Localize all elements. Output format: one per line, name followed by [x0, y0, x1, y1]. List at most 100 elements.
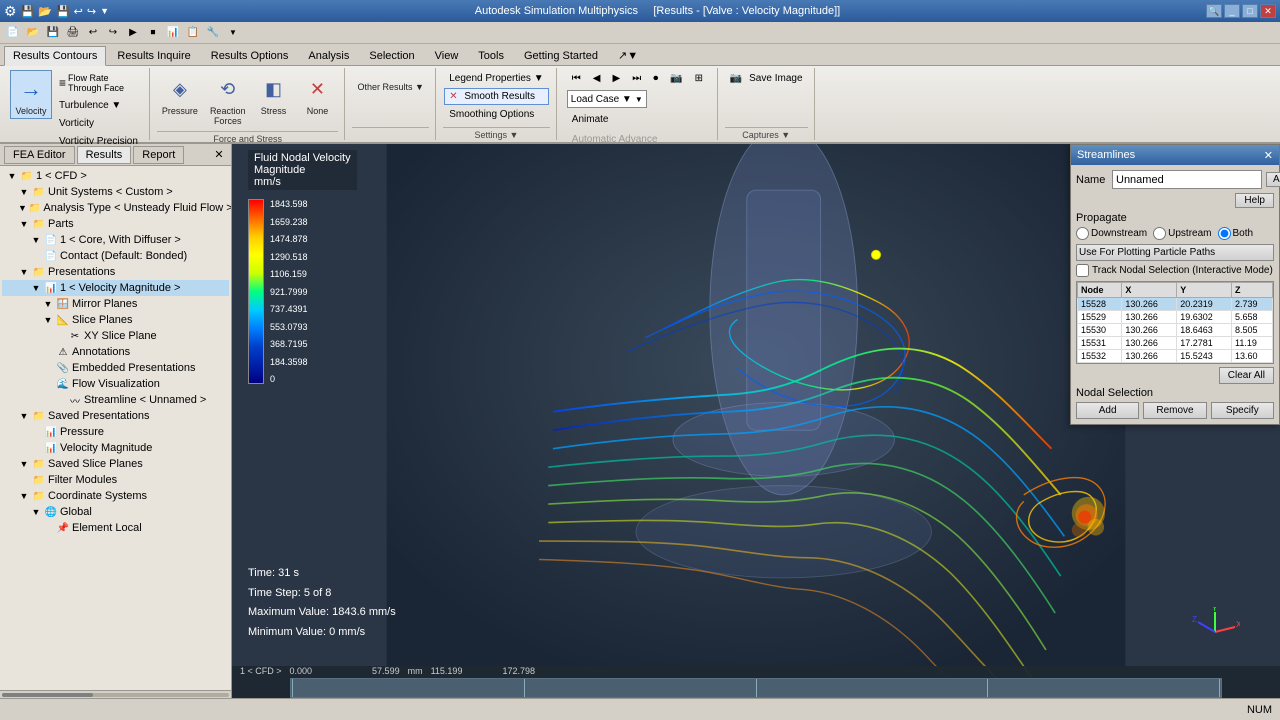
tree-element-local[interactable]: 📌 Element Local	[2, 520, 229, 536]
flow-rate-btn[interactable]: ≡ Flow RateThrough Face	[54, 70, 143, 96]
quick-save2-icon[interactable]: 💾	[56, 5, 70, 18]
print-btn[interactable]: 🖨	[64, 24, 82, 42]
tree-core-diffuser[interactable]: ▼ 📄 1 < Core, With Diffuser >	[2, 232, 229, 248]
turbulence-btn[interactable]: Turbulence ▼	[54, 97, 143, 114]
tree-saved-slice[interactable]: ▼ 📁 Saved Slice Planes	[2, 456, 229, 472]
quick-open-icon[interactable]: 📂	[38, 5, 52, 18]
toolbar-dropdown[interactable]: ▼	[100, 6, 109, 16]
stress-btn[interactable]: ◧ Stress	[252, 70, 294, 119]
tree-analysis-type[interactable]: ▼ 📁 Analysis Type < Unsteady Fluid Flow …	[2, 200, 229, 216]
prev-frame-btn[interactable]: ◀	[588, 70, 606, 87]
tab-selection[interactable]: Selection	[360, 46, 423, 65]
tree-annotations[interactable]: ⚠ Annotations	[2, 344, 229, 360]
table-row-0[interactable]: 15528 130.266 20.2319 2.739	[1078, 298, 1273, 311]
new-btn[interactable]: 📄	[4, 24, 22, 42]
toggle-analysis[interactable]: ▼	[18, 202, 27, 214]
close-btn[interactable]: ✕	[1260, 4, 1276, 18]
tree-global[interactable]: ▼ 🌐 Global	[2, 504, 229, 520]
load-case-combo[interactable]: Load Case ▼ ▼	[567, 90, 647, 108]
save-btn[interactable]: 💾	[44, 24, 62, 42]
tree-filter-modules[interactable]: 📁 Filter Modules	[2, 472, 229, 488]
track-nodal-checkbox[interactable]: Track Nodal Selection (Interactive Mode)	[1076, 264, 1274, 277]
first-frame-btn[interactable]: ⏮	[567, 70, 586, 87]
tree-saved-presentations[interactable]: ▼ 📁 Saved Presentations	[2, 408, 229, 424]
stop-btn[interactable]: ⏹	[144, 24, 162, 42]
quick-save-icon[interactable]: 💾	[21, 5, 35, 18]
tab-results[interactable]: Results	[77, 146, 132, 164]
tree-presentations[interactable]: ▼ 📁 Presentations	[2, 264, 229, 280]
toggle-presentations[interactable]: ▼	[18, 266, 30, 278]
toggle-cfd[interactable]: ▼	[6, 170, 18, 182]
remove-btn[interactable]: Remove	[1143, 402, 1206, 419]
tab-report[interactable]: Report	[133, 146, 184, 164]
tree-mirror-planes[interactable]: ▼ 🪟 Mirror Planes	[2, 296, 229, 312]
toggle-mirror[interactable]: ▼	[42, 298, 54, 310]
radio-both[interactable]: Both	[1218, 227, 1254, 240]
none-btn[interactable]: ✕ None	[296, 70, 338, 119]
radio-downstream[interactable]: Downstream	[1076, 227, 1147, 240]
tree-parts[interactable]: ▼ 📁 Parts	[2, 216, 229, 232]
save-image-btn[interactable]: 📷 Save Image	[725, 70, 808, 87]
tree-slice-planes[interactable]: ▼ 📐 Slice Planes	[2, 312, 229, 328]
tree-xy-slice[interactable]: ✂ XY Slice Plane	[2, 328, 229, 344]
screenshot-btn[interactable]: 📷	[665, 70, 687, 87]
add-btn[interactable]: Add	[1076, 402, 1139, 419]
tree-embedded-presentations[interactable]: 📎 Embedded Presentations	[2, 360, 229, 376]
reaction-forces-btn[interactable]: ⟲ ReactionForces	[205, 70, 251, 129]
help-btn[interactable]: Help	[1235, 193, 1274, 208]
ruler-bar[interactable]	[290, 678, 1222, 698]
tab-tools[interactable]: Tools	[469, 46, 513, 65]
tree-flow-viz[interactable]: 🌊 Flow Visualization	[2, 376, 229, 392]
tab-getting-started[interactable]: Getting Started	[515, 46, 607, 65]
redo-icon[interactable]: ↪	[87, 5, 96, 18]
settings-btn[interactable]: 🔧	[204, 24, 222, 42]
table-row-1[interactable]: 15529 130.266 19.6302 5.658	[1078, 311, 1273, 324]
h-scrollbar-thumb[interactable]	[2, 693, 93, 697]
tab-results-inquire[interactable]: Results Inquire	[108, 46, 199, 65]
apply-btn[interactable]: Apply	[1266, 172, 1280, 187]
tree-coord-systems[interactable]: ▼ 📁 Coordinate Systems	[2, 488, 229, 504]
name-input[interactable]	[1112, 170, 1262, 189]
play-btn[interactable]: ▶	[607, 70, 625, 87]
maximize-btn[interactable]: □	[1242, 4, 1258, 18]
toggle-vel-mag[interactable]: ▼	[30, 282, 42, 294]
other-results-dropdown[interactable]: Other Results ▼	[352, 78, 428, 95]
panel-close-btn[interactable]: ✕	[211, 147, 227, 163]
tab-view[interactable]: View	[426, 46, 468, 65]
toggle-slice[interactable]: ▼	[42, 314, 54, 326]
report-btn[interactable]: 📋	[184, 24, 202, 42]
results-btn[interactable]: 📊	[164, 24, 182, 42]
tree-contact[interactable]: 📄 Contact (Default: Bonded)	[2, 248, 229, 264]
open-btn[interactable]: 📂	[24, 24, 42, 42]
undo-btn[interactable]: ↩	[84, 24, 102, 42]
velocity-btn[interactable]: → Velocity	[10, 70, 52, 119]
table-row-2[interactable]: 15530 130.266 18.6463 8.505	[1078, 324, 1273, 337]
tab-analysis[interactable]: Analysis	[299, 46, 358, 65]
smooth-results-btn[interactable]: ✕ Smooth Results	[444, 88, 548, 105]
toggle-parts[interactable]: ▼	[18, 218, 30, 230]
tree-vel-mag-saved[interactable]: 📊 Velocity Magnitude	[2, 440, 229, 456]
radio-upstream[interactable]: Upstream	[1153, 227, 1211, 240]
specify-btn[interactable]: Specify	[1211, 402, 1274, 419]
grid-btn[interactable]: ⊞	[690, 70, 708, 87]
last-frame-btn[interactable]: ⏭	[627, 70, 646, 87]
undo-icon[interactable]: ↩	[74, 5, 83, 18]
streamlines-close-btn[interactable]: ✕	[1264, 149, 1273, 162]
tab-extra[interactable]: ↗▼	[609, 45, 647, 65]
tree-unit-systems[interactable]: ▼ 📁 Unit Systems < Custom >	[2, 184, 229, 200]
tree-pressure-saved[interactable]: 📊 Pressure	[2, 424, 229, 440]
minimize-btn[interactable]: _	[1224, 4, 1240, 18]
toggle-core[interactable]: ▼	[30, 234, 42, 246]
clear-all-btn[interactable]: Clear All	[1219, 367, 1274, 384]
toggle-saved-slice[interactable]: ▼	[18, 458, 30, 470]
particle-paths-btn[interactable]: Use For Plotting Particle Paths	[1076, 244, 1274, 261]
toggle-coord[interactable]: ▼	[18, 490, 30, 502]
animate-btn[interactable]: Animate	[567, 111, 614, 128]
vorticity-btn[interactable]: Vorticity	[54, 115, 143, 132]
tree-velocity-magnitude[interactable]: ▼ 📊 1 < Velocity Magnitude >	[2, 280, 229, 296]
smoothing-options-btn[interactable]: Smoothing Options	[444, 106, 548, 123]
tab-fea-editor[interactable]: FEA Editor	[4, 146, 75, 164]
tree-cfd-root[interactable]: ▼ 📁 1 < CFD >	[2, 168, 229, 184]
tab-results-options[interactable]: Results Options	[202, 46, 298, 65]
toggle-units[interactable]: ▼	[18, 186, 30, 198]
